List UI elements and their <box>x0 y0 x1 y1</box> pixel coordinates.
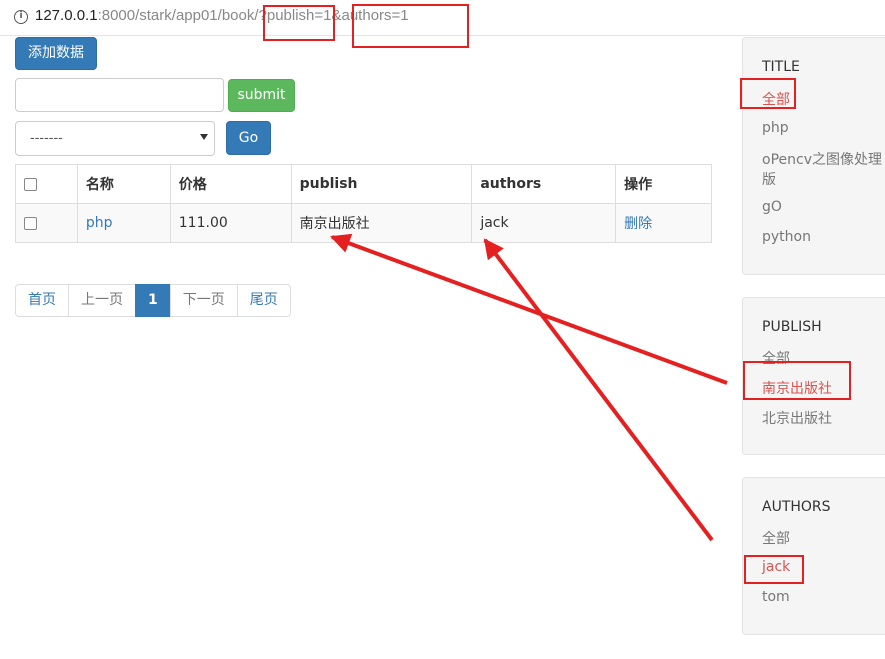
filter-title-python[interactable]: python <box>762 229 811 245</box>
filter-heading-authors: AUTHORS <box>762 499 831 515</box>
data-table: 名称 价格 publish authors 操作 php 111.00 南京出版… <box>15 164 712 243</box>
page-last[interactable]: 尾页 <box>236 284 291 317</box>
search-input[interactable] <box>15 78 224 112</box>
column-header-publish: publish <box>290 164 473 204</box>
filter-title-opencv-cont[interactable]: 版 <box>762 169 776 189</box>
row-checkbox[interactable] <box>24 216 37 230</box>
row-select-cell <box>15 203 78 243</box>
annotation-box-authors-param <box>352 4 469 48</box>
table-row: php 111.00 南京出版社 jack 删除 <box>15 203 712 243</box>
action-select-value: ------- <box>30 131 63 146</box>
filter-title-go[interactable]: gO <box>762 199 782 215</box>
column-header-name: 名称 <box>76 164 171 204</box>
annotation-box-publish-param <box>263 5 335 41</box>
page-prev[interactable]: 上一页 <box>68 284 136 317</box>
filter-title-php[interactable]: php <box>762 120 789 136</box>
arrow-to-publish-cell <box>330 233 728 385</box>
column-header-authors: authors <box>471 164 617 204</box>
cell-publish: 南京出版社 <box>290 203 473 243</box>
column-header-actions: 操作 <box>615 164 712 204</box>
filter-heading-publish: PUBLISH <box>762 319 822 335</box>
chevron-down-icon <box>200 134 208 140</box>
annotation-box-title-all <box>740 78 796 109</box>
submit-button[interactable]: submit <box>228 79 295 112</box>
cell-price: 111.00 <box>169 203 292 243</box>
go-button[interactable]: Go <box>226 121 271 155</box>
table-header-row: 名称 价格 publish authors 操作 <box>15 164 712 204</box>
annotation-box-publish-selected <box>743 361 851 400</box>
column-header-price: 价格 <box>169 164 292 204</box>
select-all-checkbox[interactable] <box>24 177 37 191</box>
filter-publish-beijing[interactable]: 北京出版社 <box>762 408 832 428</box>
filter-authors-tom[interactable]: tom <box>762 589 790 605</box>
pagination: 首页 上一页 1 下一页 尾页 <box>15 284 291 317</box>
info-icon[interactable]: i <box>14 10 28 24</box>
select-all-cell <box>15 164 78 204</box>
annotation-box-authors-selected <box>744 555 804 584</box>
filter-panel-title: TITLE 全部 php oPencv之图像处理 ( 版 gO python <box>742 37 885 275</box>
page-next[interactable]: 下一页 <box>169 284 238 317</box>
filter-heading-title: TITLE <box>762 59 800 75</box>
filter-authors-all[interactable]: 全部 <box>762 528 790 548</box>
cell-actions: 删除 <box>615 203 712 243</box>
arrow-to-authors-cell <box>483 238 714 542</box>
cell-name: php <box>76 203 171 243</box>
url-host: 127.0.0.1 <box>35 7 98 24</box>
delete-link[interactable]: 删除 <box>624 216 652 232</box>
add-data-button[interactable]: 添加数据 <box>15 37 97 70</box>
page-current[interactable]: 1 <box>135 284 171 317</box>
filter-title-opencv[interactable]: oPencv之图像处理 ( <box>762 149 885 169</box>
book-name-link[interactable]: php <box>86 215 113 231</box>
cell-authors: jack <box>471 203 617 243</box>
page-first[interactable]: 首页 <box>15 284 69 317</box>
action-select[interactable]: ------- <box>15 121 215 156</box>
